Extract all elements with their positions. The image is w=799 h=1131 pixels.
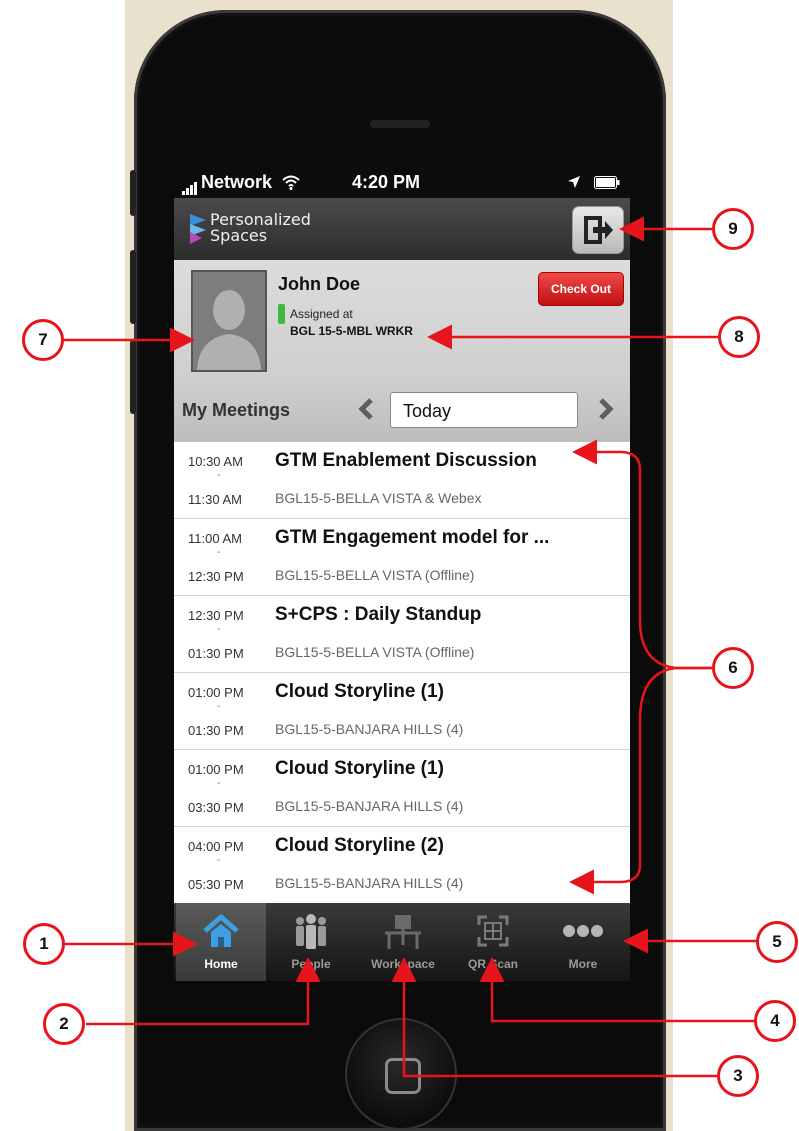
annotation-marker-7: 7 [22, 319, 64, 361]
home-button[interactable] [345, 1018, 457, 1130]
user-name: John Doe [278, 274, 361, 294]
meeting-location: BGL15-5-BANJARA HILLS (4) [275, 798, 464, 814]
meeting-title: Cloud Storyline (1) [275, 681, 444, 702]
meeting-end-time: 11:30 AM [188, 492, 242, 507]
wifi-icon [282, 175, 300, 190]
workspace-icon [385, 915, 421, 949]
date-field[interactable]: Today [390, 392, 578, 428]
qr-scan-icon [477, 915, 509, 947]
logo-icon [190, 214, 206, 244]
home-icon [203, 914, 239, 947]
annotation-marker-3: 3 [717, 1055, 759, 1097]
meeting-end-time: 01:30 PM [188, 646, 244, 661]
meeting-end-time: 03:30 PM [188, 800, 244, 815]
meeting-location: BGL15-5-BELLA VISTA (Offline) [275, 644, 475, 660]
tab-label: Home [204, 957, 238, 971]
meeting-row[interactable]: 04:00 PM 05:30 PM Cloud Storyline (2) BGL15… [174, 827, 630, 903]
tab-home[interactable]: Home [176, 903, 266, 981]
user-silhouette-icon [193, 272, 265, 370]
check-out-button[interactable]: Check Out [538, 272, 624, 306]
meetings-list: 10:30 AM 11:30 AM GTM Enablement Discussio… [174, 442, 630, 903]
volume-up-button [130, 250, 136, 324]
meeting-title: GTM Enablement Discussion [275, 450, 537, 471]
logout-button[interactable] [572, 206, 624, 254]
tab-workspace[interactable]: Workspace [358, 903, 448, 981]
meeting-row[interactable]: 12:30 PM 01:30 PM S+CPS : Daily Standup BGL… [174, 596, 630, 673]
profile-panel: John Doe Assigned at BGL 15-5-MBL WRKR C… [174, 260, 630, 379]
meeting-start-time: 11:00 AM [188, 531, 242, 546]
time-separator: - [217, 624, 221, 635]
people-icon [296, 914, 326, 949]
speaker-grille [370, 120, 430, 128]
signal-icon [182, 174, 198, 195]
volume-down-button [130, 340, 136, 414]
meeting-title: Cloud Storyline (1) [275, 758, 444, 779]
meetings-title: My Meetings [182, 400, 291, 420]
time-separator: - [217, 470, 221, 481]
meeting-row[interactable]: 01:00 PM 01:30 PM Cloud Storyline (1) BGL15… [174, 673, 630, 750]
tab-bar: Home People Workspace QR Scan More [174, 903, 630, 981]
meeting-title: S+CPS : Daily Standup [275, 604, 482, 625]
more-icon [563, 925, 603, 937]
meeting-row[interactable]: 10:30 AM 11:30 AM GTM Enablement Discussio… [174, 442, 630, 519]
annotation-marker-8: 8 [718, 316, 760, 358]
meeting-start-time: 01:00 PM [188, 762, 244, 777]
network-indicator: Network [182, 172, 301, 195]
tab-label: Workspace [371, 957, 435, 971]
chevron-left-icon [358, 398, 373, 420]
assigned-status-indicator [278, 304, 285, 324]
meeting-location: BGL15-5-BANJARA HILLS (4) [275, 721, 464, 737]
meeting-location: BGL15-5-BANJARA HILLS (4) [275, 875, 464, 891]
annotation-marker-5: 5 [756, 921, 798, 963]
meeting-title: GTM Engagement model for ... [275, 527, 550, 548]
status-bar: Network 4:20 PM [174, 166, 630, 198]
app-header: Personalized Spaces [174, 198, 630, 260]
tab-label: More [568, 957, 598, 971]
battery-icon [594, 176, 620, 189]
tab-people[interactable]: People [266, 903, 356, 981]
app-logo-text: Personalized Spaces [210, 212, 311, 244]
meetings-header: My Meetings Today [174, 378, 630, 442]
meeting-start-time: 04:00 PM [188, 839, 244, 854]
meeting-start-time: 12:30 PM [188, 608, 244, 623]
time-separator: - [217, 547, 221, 558]
logo-line-2: Spaces [210, 226, 268, 245]
tab-label: QR Scan [467, 957, 518, 971]
meeting-title: Cloud Storyline (2) [275, 835, 444, 856]
assigned-label: Assigned at [290, 307, 353, 321]
annotation-marker-4: 4 [754, 1000, 796, 1042]
meeting-row[interactable]: 01:00 PM 03:30 PM Cloud Storyline (1) BGL15… [174, 750, 630, 827]
tab-label: People [291, 957, 331, 971]
meeting-end-time: 01:30 PM [188, 723, 244, 738]
meeting-location: BGL15-5-BELLA VISTA (Offline) [275, 567, 475, 583]
annotation-marker-9: 9 [712, 208, 754, 250]
network-label: Network [201, 172, 273, 192]
time-separator: - [217, 855, 221, 866]
next-day-button[interactable] [594, 394, 618, 424]
meeting-end-time: 12:30 PM [188, 569, 244, 584]
meeting-start-time: 01:00 PM [188, 685, 244, 700]
previous-day-button[interactable] [354, 394, 378, 424]
annotation-marker-1: 1 [23, 923, 65, 965]
meeting-row[interactable]: 11:00 AM 12:30 PM GTM Engagement model for… [174, 519, 630, 596]
clock: 4:20 PM [352, 172, 421, 192]
logout-icon [584, 216, 613, 244]
annotation-marker-6: 6 [712, 647, 754, 689]
app-screen: Network 4:20 PM Personalized Spaces John… [174, 166, 630, 981]
assigned-location: BGL 15-5-MBL WRKR [290, 324, 413, 338]
meeting-start-time: 10:30 AM [188, 454, 243, 469]
time-separator: - [217, 701, 221, 712]
mute-switch [130, 170, 136, 216]
meeting-location: BGL15-5-BELLA VISTA & Webex [275, 490, 482, 506]
meeting-end-time: 05:30 PM [188, 877, 244, 892]
annotation-marker-2: 2 [43, 1003, 85, 1045]
tab-more[interactable]: More [538, 903, 628, 981]
time-separator: - [217, 778, 221, 789]
chevron-right-icon [599, 398, 614, 420]
location-arrow-icon [567, 176, 580, 188]
status-right [567, 172, 620, 193]
tab-qr-scan[interactable]: QR Scan [448, 903, 538, 981]
avatar[interactable] [191, 270, 267, 372]
